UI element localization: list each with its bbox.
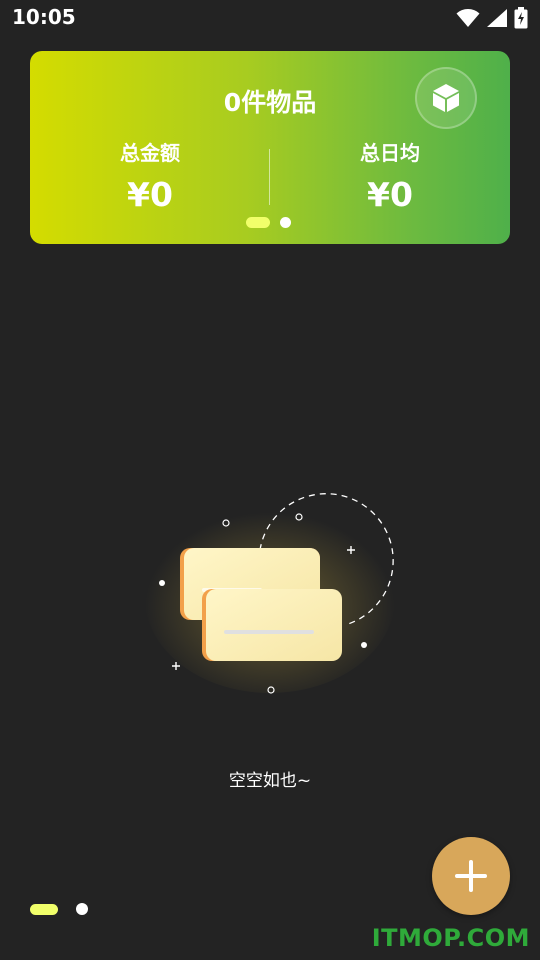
total-amount-value: ¥0 — [127, 175, 173, 214]
empty-state-message: 空空如也~ — [228, 771, 312, 791]
page-indicator — [30, 903, 88, 915]
cards-illustration — [145, 493, 395, 694]
card-pager-dot-active[interactable] — [246, 217, 270, 228]
page-indicator-dot[interactable] — [76, 903, 88, 915]
status-icons — [456, 7, 528, 29]
plus-icon — [455, 860, 487, 892]
stat-divider — [269, 149, 270, 205]
summary-card[interactable]: 0件物品 总金额 ¥0 总日均 ¥0 — [30, 51, 510, 244]
add-item-button[interactable] — [432, 837, 510, 915]
status-bar: 10:05 — [0, 0, 540, 36]
status-time: 10:05 — [12, 5, 76, 29]
box-button[interactable] — [415, 67, 477, 129]
card-pager-dot[interactable] — [280, 217, 291, 228]
total-amount-label: 总金额 — [120, 141, 180, 165]
signal-icon — [487, 9, 507, 27]
daily-average-value: ¥0 — [367, 175, 413, 214]
watermark: ITMOP.COM — [371, 924, 530, 952]
battery-charging-icon — [514, 7, 528, 29]
page-indicator-dot-active[interactable] — [30, 903, 58, 915]
wifi-icon — [456, 9, 480, 27]
card-pager — [246, 217, 291, 228]
daily-average-label: 总日均 — [360, 141, 420, 165]
box-icon — [433, 84, 459, 112]
